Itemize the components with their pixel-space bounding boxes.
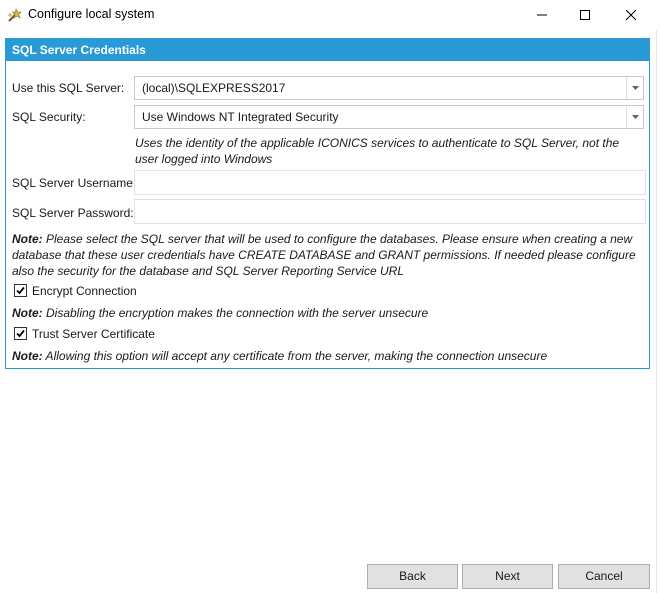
window-right-edge: [656, 30, 657, 593]
sql-server-combobox[interactable]: (local)\SQLEXPRESS2017: [134, 76, 644, 100]
password-field[interactable]: [134, 199, 646, 224]
password-label: SQL Server Password:: [12, 206, 134, 220]
next-button[interactable]: Next: [462, 564, 553, 589]
main-note: Note: Please select the SQL server that …: [12, 231, 644, 279]
sql-server-value: (local)\SQLEXPRESS2017: [142, 81, 286, 95]
trust-server-certificate-label[interactable]: Trust Server Certificate: [32, 327, 155, 341]
minimize-button[interactable]: [519, 0, 565, 30]
sql-security-combobox[interactable]: Use Windows NT Integrated Security: [134, 105, 644, 129]
note-prefix: Note:: [12, 349, 43, 363]
sql-server-dropdown-button[interactable]: [626, 77, 643, 99]
wizard-icon: [7, 7, 23, 23]
main-note-text: Please select the SQL server that will b…: [12, 232, 636, 278]
chevron-down-icon: [632, 86, 639, 90]
close-button[interactable]: [608, 0, 654, 30]
sql-credentials-panel: SQL Server Credentials Use this SQL Serv…: [5, 38, 650, 369]
encryption-note-text: Disabling the encryption makes the conne…: [42, 306, 429, 320]
sql-security-label: SQL Security:: [12, 110, 86, 124]
sql-security-value: Use Windows NT Integrated Security: [142, 110, 339, 124]
checkmark-icon: [16, 329, 25, 338]
trust-server-certificate-checkbox[interactable]: [14, 327, 27, 340]
username-label: SQL Server Username:: [12, 176, 137, 190]
title-bar: Configure local system: [0, 0, 660, 30]
encrypt-connection-label[interactable]: Encrypt Connection: [32, 284, 137, 298]
username-field[interactable]: [134, 170, 646, 195]
back-button[interactable]: Back: [367, 564, 458, 589]
sql-security-dropdown-button[interactable]: [626, 106, 643, 128]
maximize-button[interactable]: [562, 0, 608, 30]
maximize-icon: [580, 10, 590, 20]
panel-title: SQL Server Credentials: [6, 39, 649, 61]
close-icon: [626, 10, 636, 20]
encryption-note: Note: Disabling the encryption makes the…: [12, 305, 644, 321]
cancel-button[interactable]: Cancel: [558, 564, 650, 589]
note-prefix: Note:: [12, 232, 43, 246]
note-prefix: Note:: [12, 306, 43, 320]
window-title: Configure local system: [28, 7, 155, 21]
minimize-icon: [537, 14, 547, 16]
trust-note: Note: Allowing this option will accept a…: [12, 348, 644, 364]
trust-note-text: Allowing this option will accept any cer…: [42, 349, 548, 363]
chevron-down-icon: [632, 115, 639, 119]
checkmark-icon: [16, 286, 25, 295]
sql-server-label: Use this SQL Server:: [12, 81, 125, 95]
encrypt-connection-checkbox[interactable]: [14, 284, 27, 297]
security-hint: Uses the identity of the applicable ICON…: [135, 136, 620, 166]
